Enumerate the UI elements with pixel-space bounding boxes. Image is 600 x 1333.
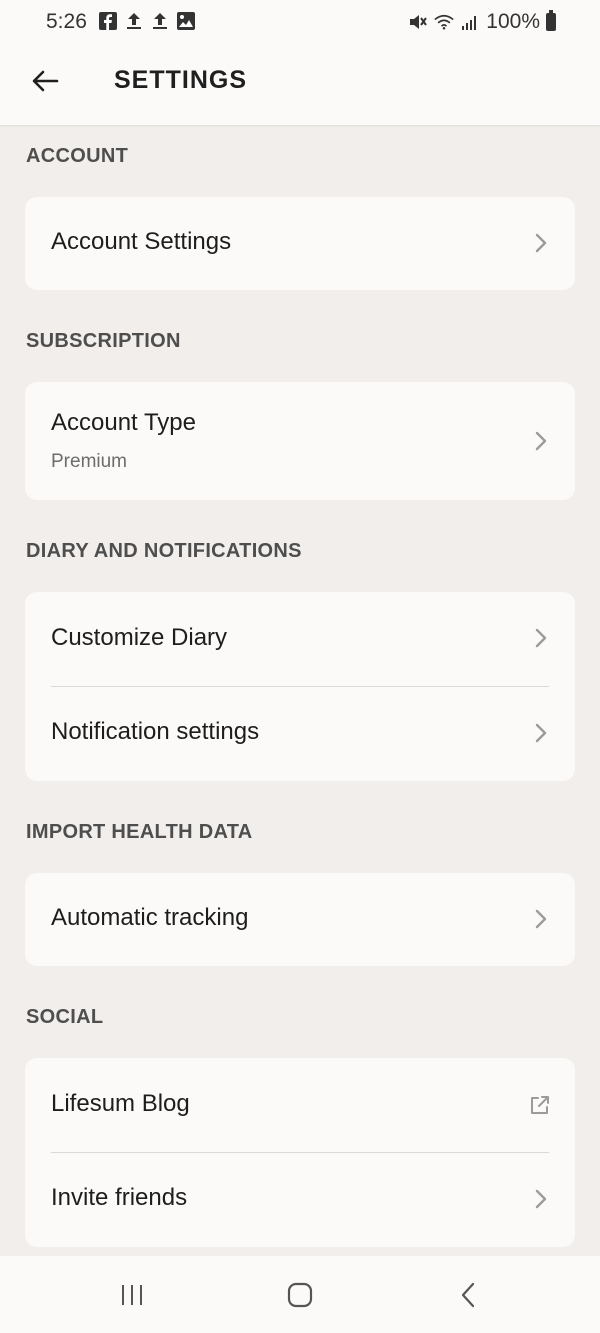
row-account-type[interactable]: Account Type Premium	[25, 382, 575, 500]
chevron-right-icon	[535, 1189, 547, 1209]
row-title: Customize Diary	[51, 624, 228, 651]
status-right: 100%	[408, 10, 556, 34]
recent-apps-icon	[122, 1285, 142, 1305]
row-invite-friends[interactable]: Invite friends	[25, 1152, 575, 1247]
app-bar: SETTINGS	[0, 50, 600, 110]
section-header-social: SOCIAL	[26, 1006, 104, 1028]
facebook-icon	[98, 11, 118, 31]
system-back-button[interactable]	[448, 1280, 488, 1310]
row-title: Automatic tracking	[51, 904, 249, 931]
back-button[interactable]	[22, 58, 68, 104]
row-title: Invite friends	[51, 1184, 188, 1211]
system-nav-bar	[0, 1256, 600, 1333]
mute-icon	[408, 12, 428, 32]
chevron-right-icon	[535, 723, 547, 743]
arrow-left-icon	[32, 70, 59, 92]
row-lifesum-blog[interactable]: Lifesum Blog	[25, 1058, 575, 1152]
upload-icon	[150, 11, 170, 31]
section-header-account: ACCOUNT	[26, 145, 129, 167]
row-automatic-tracking[interactable]: Automatic tracking	[25, 873, 575, 966]
top-bar: 5:26 100% SETTINGS	[0, 0, 600, 125]
chevron-right-icon	[535, 628, 547, 648]
account-card: Account Settings	[25, 197, 575, 290]
home-button[interactable]	[280, 1280, 320, 1310]
recent-apps-button[interactable]	[112, 1280, 152, 1310]
wifi-icon	[434, 12, 454, 32]
battery-text: 100%	[486, 10, 540, 33]
health-card: Automatic tracking	[25, 873, 575, 966]
chevron-right-icon	[535, 233, 547, 253]
battery-icon	[546, 10, 556, 31]
section-header-health: IMPORT HEALTH DATA	[26, 821, 253, 843]
signal-icon	[460, 12, 480, 32]
row-customize-diary[interactable]: Customize Diary	[25, 592, 575, 686]
status-bar: 5:26 100%	[0, 0, 600, 44]
page-title: SETTINGS	[114, 66, 248, 94]
row-subtitle: Premium	[51, 451, 128, 472]
subscription-card: Account Type Premium	[25, 382, 575, 500]
row-title: Account Type	[51, 409, 196, 436]
status-left-icons	[98, 11, 196, 31]
section-header-subscription: SUBSCRIPTION	[26, 330, 181, 352]
chevron-right-icon	[535, 909, 547, 929]
back-icon	[461, 1282, 475, 1308]
row-title: Account Settings	[51, 228, 232, 255]
row-title: Notification settings	[51, 718, 260, 745]
row-title: Lifesum Blog	[51, 1090, 190, 1117]
home-icon	[287, 1282, 313, 1308]
image-icon	[176, 11, 196, 31]
upload-icon	[124, 11, 144, 31]
social-card: Lifesum Blog Invite friends	[25, 1058, 575, 1247]
external-link-icon	[531, 1096, 549, 1114]
diary-card: Customize Diary Notification settings	[25, 592, 575, 781]
chevron-right-icon	[535, 431, 547, 451]
status-time: 5:26	[46, 10, 87, 33]
row-account-settings[interactable]: Account Settings	[25, 197, 575, 290]
section-header-diary: DIARY AND NOTIFICATIONS	[26, 540, 302, 562]
row-notification-settings[interactable]: Notification settings	[25, 686, 575, 781]
